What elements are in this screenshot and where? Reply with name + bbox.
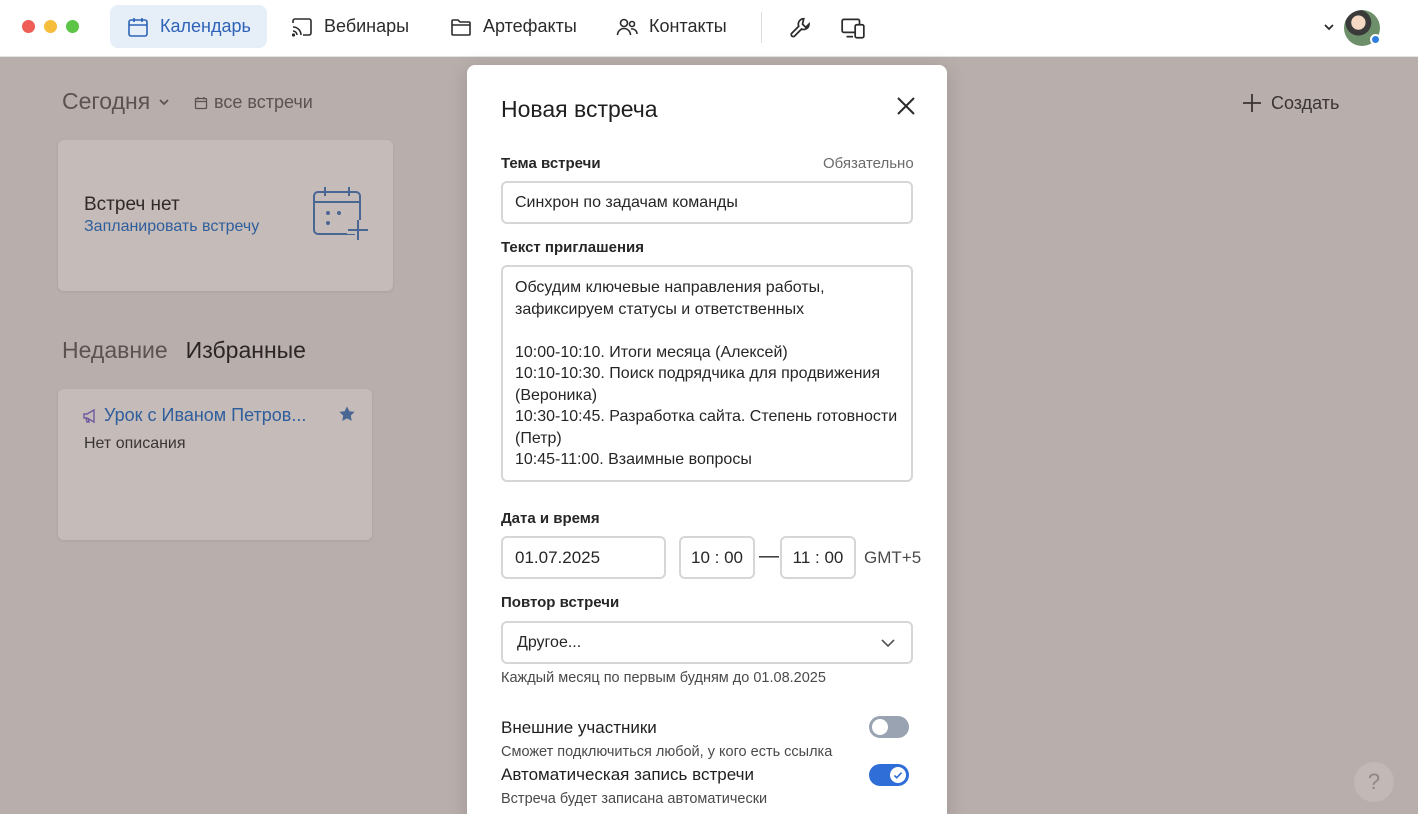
repeat-label: Повтор встречи (501, 594, 620, 611)
tab-favorites[interactable]: Избранные (186, 337, 306, 364)
invite-textarea[interactable]: Обсудим ключевые направления работы, заф… (501, 265, 913, 482)
nav-webinars[interactable]: Вебинары (274, 5, 425, 48)
tab-recent[interactable]: Недавние (62, 337, 168, 364)
nav-calendar-label: Календарь (160, 16, 251, 36)
status-dot (1370, 34, 1381, 45)
schedule-meeting-link[interactable]: Запланировать встречу (84, 218, 259, 236)
top-bar: Календарь Вебинары Артефакты Контакты (0, 0, 1418, 57)
no-meetings-card: Встреч нет Запланировать встречу (58, 140, 393, 291)
chevron-down-icon (159, 98, 169, 105)
external-participants-label: Внешние участники (501, 718, 657, 737)
check-icon (893, 772, 903, 779)
required-label: Обязательно (823, 155, 914, 172)
nav-contacts[interactable]: Контакты (599, 5, 743, 48)
devices-icon[interactable] (840, 15, 866, 41)
meeting-tabs: Недавние Избранные (62, 337, 306, 364)
calendar-add-icon (313, 187, 369, 242)
all-meetings-label: все встречи (214, 92, 313, 112)
close-icon[interactable] (895, 95, 917, 117)
nav-artifacts[interactable]: Артефакты (433, 5, 593, 48)
calendar-icon (194, 96, 208, 109)
window-close-button[interactable] (22, 20, 35, 33)
favorite-meeting-card[interactable]: Урок с Иваном Петров... Нет описания (58, 389, 372, 540)
repeat-select[interactable]: Другое... (501, 621, 913, 664)
auto-record-label: Автоматическая запись встречи (501, 765, 754, 784)
nav-calendar[interactable]: Календарь (110, 5, 267, 48)
window-minimize-button[interactable] (44, 20, 57, 33)
plus-icon (1243, 94, 1261, 112)
calendar-icon (128, 17, 148, 37)
people-icon (616, 18, 638, 35)
chevron-down-icon[interactable] (1322, 20, 1336, 34)
favorite-meeting-desc: Нет описания (84, 435, 186, 452)
start-time-input[interactable]: 10 : 00 (679, 536, 755, 579)
all-meetings-link[interactable]: все встречи (194, 92, 313, 113)
nav-webinars-label: Вебинары (324, 16, 410, 36)
wrench-icon[interactable] (788, 15, 814, 41)
help-button[interactable]: ? (1354, 762, 1394, 802)
create-label: Создать (1271, 92, 1340, 113)
date-input[interactable]: 01.07.2025 (501, 536, 666, 579)
window-zoom-button[interactable] (66, 20, 79, 33)
external-participants-hint: Сможет подключиться любой, у кого есть с… (501, 744, 833, 760)
star-icon[interactable] (338, 405, 356, 423)
favorite-meeting-title: Урок с Иваном Петров... (82, 405, 306, 426)
chevron-down-icon (881, 638, 895, 647)
nav-artifacts-label: Артефакты (483, 16, 577, 36)
repeat-select-value: Другое... (517, 633, 582, 651)
new-meeting-dialog: Новая встреча Тема встречи Обязательно С… (467, 65, 947, 814)
nav-contacts-label: Контакты (649, 16, 727, 36)
topic-label: Тема встречи (501, 155, 601, 172)
datetime-label: Дата и время (501, 510, 600, 527)
today-dropdown[interactable]: Сегодня (62, 88, 170, 115)
toggle-knob (872, 719, 888, 735)
today-label: Сегодня (62, 88, 151, 114)
no-meetings-title: Встреч нет (84, 194, 180, 215)
toggle-knob (890, 767, 906, 783)
create-button[interactable]: Создать (1241, 92, 1339, 114)
topic-input[interactable]: Синхрон по задачам команды (501, 181, 913, 224)
external-participants-toggle[interactable] (869, 716, 909, 738)
end-time-input[interactable]: 11 : 00 (780, 536, 856, 579)
nav-divider (761, 12, 762, 43)
auto-record-hint: Встреча будет записана автоматически (501, 791, 768, 807)
megaphone-icon (83, 408, 95, 423)
repeat-hint: Каждый месяц по первым будням до 01.08.2… (501, 670, 826, 686)
dialog-title: Новая встреча (501, 96, 658, 122)
auto-record-toggle[interactable] (869, 764, 909, 786)
invite-label: Текст приглашения (501, 239, 644, 256)
time-separator: — (759, 545, 779, 567)
folder-icon (451, 18, 471, 36)
timezone-label: GMT+5 (864, 548, 922, 567)
favorite-meeting-title-text: Урок с Иваном Петров... (104, 405, 307, 425)
cast-icon (291, 17, 312, 37)
